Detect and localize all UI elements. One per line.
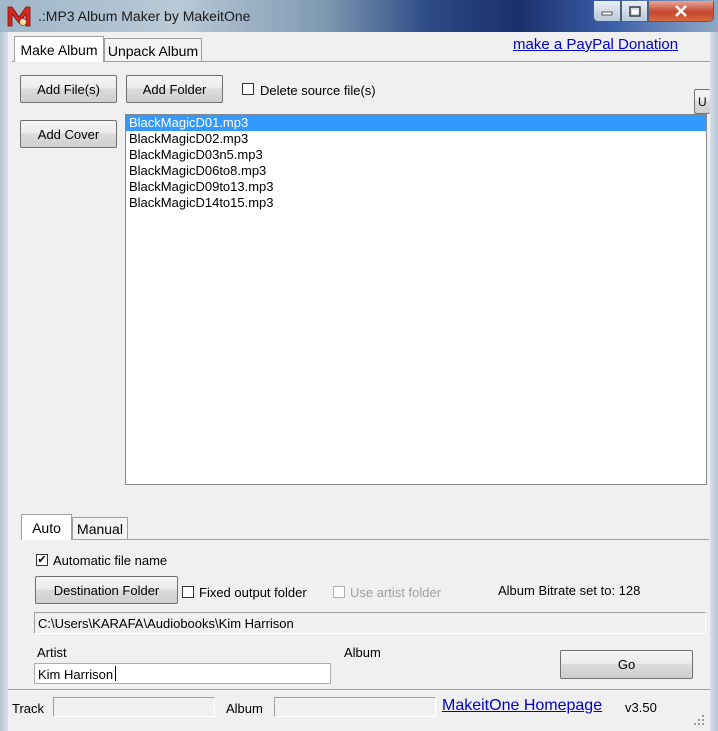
list-item[interactable]: BlackMagicD09to13.mp3 — [126, 179, 706, 195]
close-icon — [675, 5, 687, 17]
status-divider — [8, 689, 710, 690]
artist-label: Artist — [37, 645, 67, 660]
add-folder-button[interactable]: Add Folder — [126, 75, 223, 103]
maximize-button[interactable] — [621, 1, 648, 22]
tab-label: Make Album — [20, 41, 98, 58]
album-bitrate-label: Album Bitrate set to: 128 — [498, 583, 641, 598]
album-progress-bar — [274, 697, 436, 717]
delete-source-checkbox[interactable] — [242, 83, 254, 95]
file-list[interactable]: BlackMagicD01.mp3 BlackMagicD02.mp3 Blac… — [125, 114, 707, 485]
list-item[interactable]: BlackMagicD01.mp3 — [126, 115, 706, 131]
fixed-output-folder-label: Fixed output folder — [199, 585, 307, 600]
window-frame-left — [0, 32, 8, 731]
tab-manual[interactable]: Manual — [72, 517, 128, 539]
button-label: U — [698, 94, 707, 109]
list-item[interactable]: BlackMagicD06to8.mp3 — [126, 163, 706, 179]
delete-source-label: Delete source file(s) — [260, 83, 376, 98]
window-title: .:MP3 Album Maker by MakeitOne — [38, 8, 251, 24]
artist-input[interactable]: Kim Harrison — [34, 663, 331, 684]
button-label: Go — [617, 657, 636, 672]
close-button[interactable] — [648, 1, 714, 22]
tab-label: Unpack Album — [107, 42, 199, 59]
button-label: Destination Folder — [53, 582, 160, 598]
minimize-icon — [601, 11, 613, 16]
automatic-file-name-label: Automatic file name — [53, 553, 168, 568]
version-label: v3.50 — [625, 700, 657, 715]
maximize-icon — [628, 5, 641, 17]
list-item[interactable]: BlackMagicD02.mp3 — [126, 131, 706, 147]
track-label: Track — [12, 701, 45, 716]
tab-make-album[interactable]: Make Album — [14, 36, 104, 62]
album-label: Album — [344, 645, 381, 660]
tab-label: Auto — [32, 519, 61, 536]
album-progress-label: Album — [226, 701, 263, 716]
button-label: Add Folder — [142, 81, 207, 97]
fixed-output-folder-checkbox[interactable] — [182, 586, 194, 598]
tab-auto[interactable]: Auto — [21, 514, 72, 540]
go-button[interactable]: Go — [560, 650, 693, 679]
artist-input-value: Kim Harrison — [38, 667, 114, 682]
tab-label: Manual — [77, 520, 123, 537]
tab-divider — [12, 61, 710, 62]
side-button[interactable]: U — [694, 89, 710, 114]
subtab-divider — [21, 539, 709, 540]
use-artist-folder-label: Use artist folder — [350, 585, 442, 600]
makeitone-homepage-link[interactable]: MakeitOne Homepage — [442, 697, 602, 715]
destination-path-field: C:\Users\KARAFA\Audiobooks\Kim Harrison — [34, 612, 706, 634]
destination-folder-button[interactable]: Destination Folder — [35, 576, 178, 604]
paypal-donation-link[interactable]: make a PayPal Donation — [513, 36, 678, 53]
list-item[interactable]: BlackMagicD03n5.mp3 — [126, 147, 706, 163]
check-icon: ✔ — [37, 553, 47, 566]
text-caret — [115, 666, 116, 681]
automatic-file-name-checkbox[interactable]: ✔ — [36, 554, 48, 566]
add-cover-button[interactable]: Add Cover — [20, 120, 117, 148]
destination-path-text: C:\Users\KARAFA\Audiobooks\Kim Harrison — [38, 616, 294, 631]
tab-unpack-album[interactable]: Unpack Album — [104, 38, 202, 62]
app-logo-icon — [6, 4, 32, 28]
track-progress-bar — [53, 697, 215, 717]
use-artist-folder-checkbox[interactable] — [333, 586, 345, 598]
list-item[interactable]: BlackMagicD14to15.mp3 — [126, 195, 706, 211]
button-label: Add Cover — [37, 126, 100, 142]
resize-grip-icon[interactable] — [690, 711, 706, 727]
minimize-button[interactable] — [593, 1, 621, 22]
add-files-button[interactable]: Add File(s) — [20, 75, 117, 103]
button-label: Add File(s) — [37, 81, 100, 97]
window-frame-right — [710, 32, 718, 731]
